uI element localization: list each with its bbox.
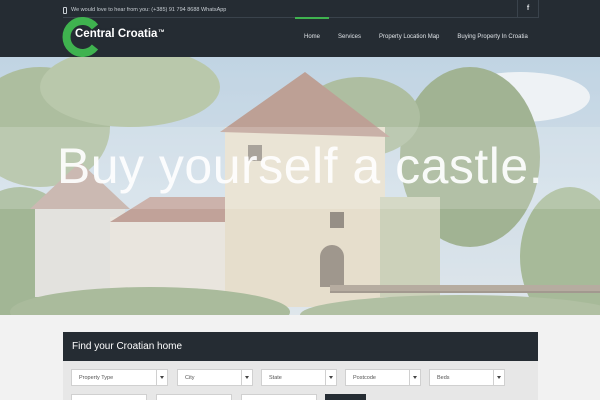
site-header: We would love to hear from you: (+385) 9… <box>0 0 600 57</box>
search-panel-heading: Find your Croatian home <box>63 332 538 361</box>
logo-text: Central CroatiaTM <box>75 28 165 40</box>
phone-icon <box>63 6 67 14</box>
filter-city-select[interactable]: City <box>177 369 253 386</box>
filter-label: State <box>269 374 282 381</box>
filter-label: Postcode <box>353 374 376 381</box>
filter-property-type-select[interactable]: Property Type <box>71 369 168 386</box>
filter-postcode-select[interactable]: Postcode <box>345 369 421 386</box>
nav-item-home[interactable]: Home <box>295 17 330 57</box>
chevron-down-icon <box>156 370 167 385</box>
nav-item-services[interactable]: Services <box>329 17 370 57</box>
facebook-icon: f <box>526 5 530 12</box>
keyword-field[interactable] <box>241 394 317 400</box>
nav-item-buying-property-in-croatia[interactable]: Buying Property In Croatia <box>448 17 536 57</box>
site-logo[interactable]: Central CroatiaTM <box>62 17 165 57</box>
search-button[interactable] <box>325 394 366 400</box>
filter-label: City <box>185 374 195 381</box>
contact-info: We would love to hear from you: (+385) 9… <box>63 4 226 16</box>
contact-text: We would love to hear from you: (+385) 9… <box>71 7 227 13</box>
hero-banner: Buy yourself a castle. <box>0 57 600 315</box>
chevron-down-icon <box>493 370 504 385</box>
filter-label: Beds <box>437 374 450 381</box>
main-nav: Home Services Property Location Map Buying … <box>295 17 537 57</box>
chevron-down-icon <box>409 370 420 385</box>
chevron-down-icon <box>241 370 252 385</box>
search-panel: Property Type City State Postcode Beds <box>63 361 538 400</box>
nav-item-property-location-map[interactable]: Property Location Map <box>370 17 448 57</box>
filter-state-select[interactable]: State <box>261 369 337 386</box>
filter-beds-select[interactable]: Beds <box>429 369 505 386</box>
filter-label: Property Type <box>79 374 114 381</box>
min-price-field[interactable] <box>71 394 147 400</box>
facebook-link[interactable]: f <box>517 0 539 17</box>
chevron-down-icon <box>325 370 336 385</box>
max-price-field[interactable] <box>156 394 232 400</box>
hero-title: Buy yourself a castle. <box>56 138 544 194</box>
